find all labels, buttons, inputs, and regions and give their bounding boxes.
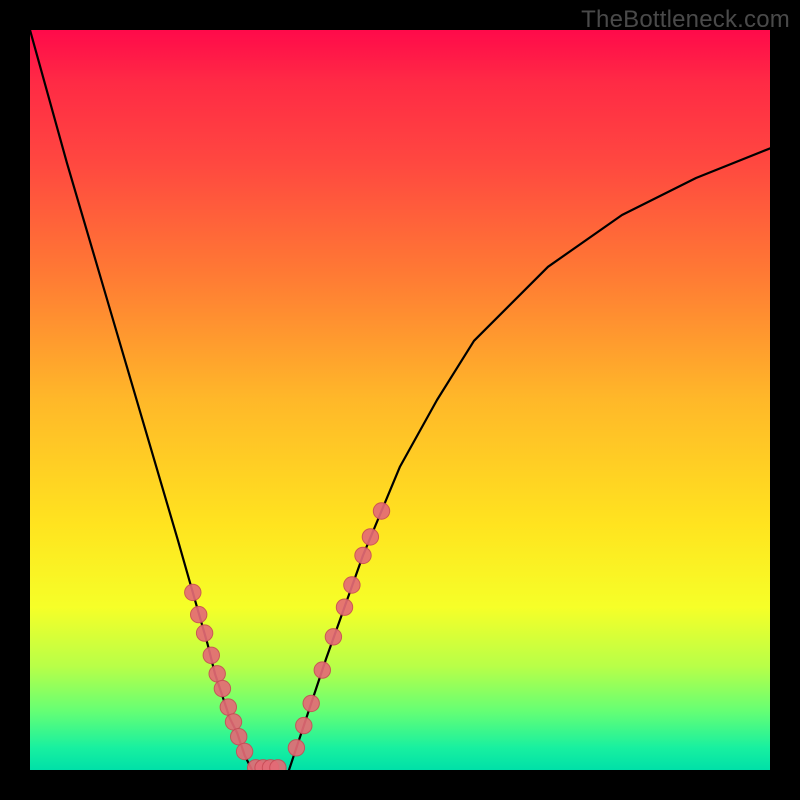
- left-curve-marker: [191, 606, 207, 622]
- right-curve-marker: [296, 717, 312, 733]
- curves-svg: [30, 30, 770, 770]
- right-curve-marker: [373, 503, 389, 519]
- left-curve-marker: [196, 625, 212, 641]
- left-curve-marker: [220, 699, 236, 715]
- left-curve-marker: [236, 743, 252, 759]
- right-curve-marker: [325, 629, 341, 645]
- right-curve-marker: [362, 529, 378, 545]
- right-curve: [289, 148, 770, 770]
- right-curve-marker: [344, 577, 360, 593]
- left-curve-marker: [185, 584, 201, 600]
- left-curve-marker: [209, 666, 225, 682]
- right-curve-marker: [288, 740, 304, 756]
- right-curve-marker: [303, 695, 319, 711]
- right-curve-marker: [336, 599, 352, 615]
- watermark-text: TheBottleneck.com: [581, 6, 790, 34]
- right-curve-marker: [355, 547, 371, 563]
- left-curve-marker: [214, 680, 230, 696]
- right-curve-marker: [314, 662, 330, 678]
- left-curve-marker: [231, 729, 247, 745]
- plot-area: [30, 30, 770, 770]
- chart-frame: TheBottleneck.com: [0, 0, 800, 800]
- markers-group: [185, 503, 390, 770]
- left-curve-marker: [203, 647, 219, 663]
- left-curve-marker: [225, 714, 241, 730]
